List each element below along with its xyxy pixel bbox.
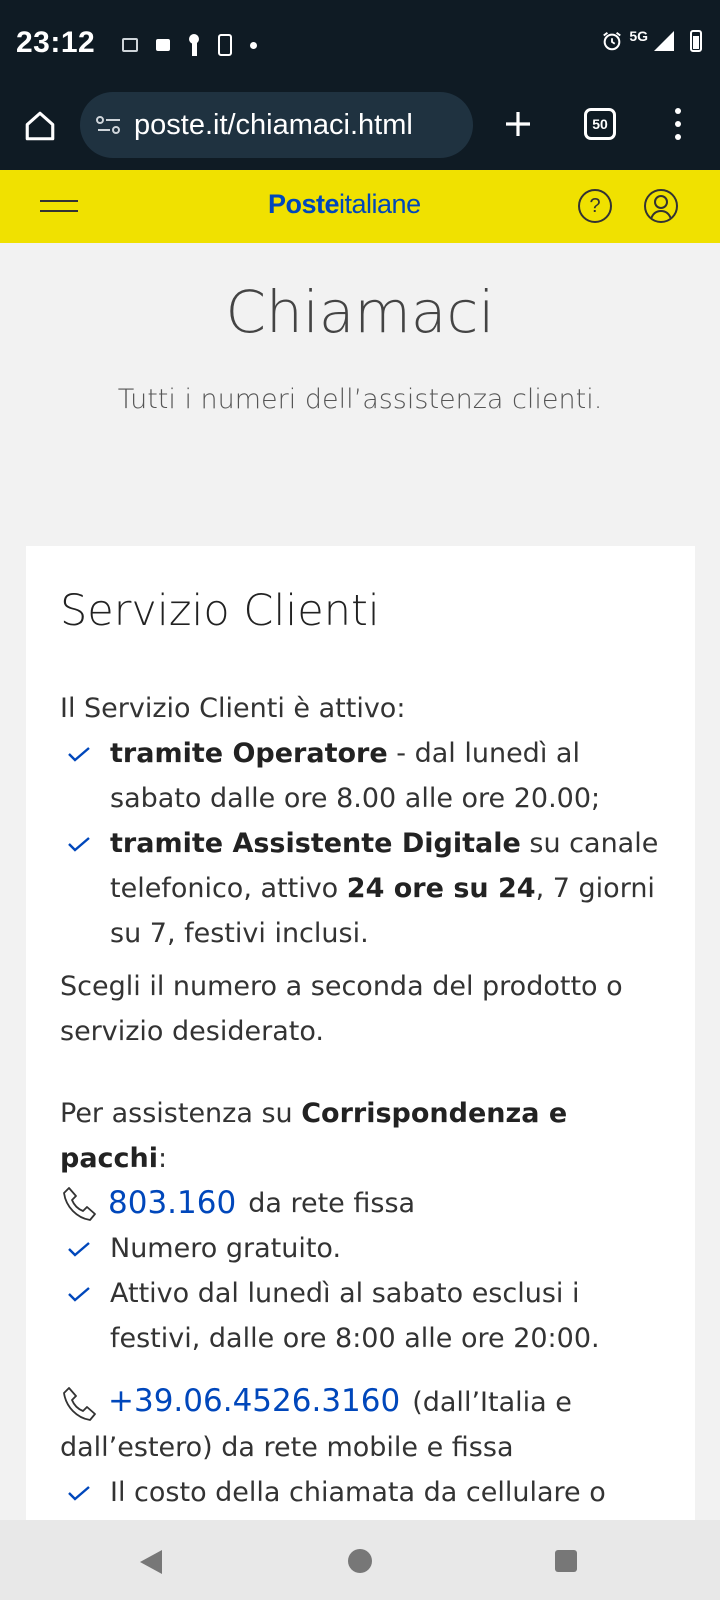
url-bar[interactable]: poste.it/chiamaci.html (80, 92, 473, 158)
home-icon (25, 111, 55, 141)
card-title: Servizio Clienti (60, 586, 380, 636)
check-icon (68, 1486, 90, 1501)
list-item: tramite Assistente Digitale su canale te… (60, 821, 661, 956)
detail-text: Il costo della chiamata da cellulare o (110, 1477, 606, 1508)
service-list: tramite Operatore - dal lunedì al sabato… (60, 731, 661, 956)
page-title: Chiamaci (225, 278, 495, 346)
signal-icon (654, 31, 674, 51)
phone-number-link[interactable]: +39.06.4526.3160 (108, 1383, 400, 1419)
list-item: Numero gratuito. (60, 1226, 661, 1271)
phone-icon (63, 1386, 96, 1421)
user-icon (650, 195, 672, 220)
back-icon[interactable] (140, 1550, 162, 1574)
key-icon (188, 34, 200, 56)
recents-icon[interactable] (555, 1550, 577, 1572)
help-icon[interactable]: ? (578, 189, 612, 223)
phone1-details: Numero gratuito. Attivo dal lunedì al sa… (60, 1226, 661, 1361)
browser-toolbar: poste.it/chiamaci.html 50 (0, 88, 720, 170)
service-item-bold: tramite Operatore (110, 738, 388, 769)
status-bar: 23:12 5G (0, 0, 720, 88)
intro-text: Il Servizio Clienti è attivo: (60, 693, 406, 724)
menu-dot-icon (675, 108, 681, 114)
check-icon (68, 837, 90, 852)
battery-icon (690, 30, 702, 52)
phone2-details: Il costo della chiamata da cellulare o (60, 1470, 661, 1515)
section-prefix: Per assistenza su (60, 1098, 302, 1129)
phone-note: da rete fissa (248, 1188, 416, 1219)
home-circle-icon[interactable] (348, 1549, 372, 1573)
system-icons: 5G (601, 28, 702, 52)
poste-italiane-logo[interactable]: Posteitaliane (268, 189, 421, 220)
network-type-label: 5G (629, 28, 648, 44)
page-subtitle: Tutti i numeri dell’assistenza clienti. (117, 384, 603, 415)
logo-regular-text: italiane (339, 189, 421, 219)
menu-dot-icon (675, 134, 681, 140)
service-item-bold: 24 ore su 24 (346, 873, 536, 904)
system-nav-bar (0, 1520, 720, 1600)
hamburger-menu-icon[interactable] (40, 200, 78, 212)
service-item-bold: tramite Assistente Digitale (110, 828, 521, 859)
tag-icon (156, 39, 170, 51)
section-suffix: : (158, 1143, 168, 1174)
check-icon (68, 747, 90, 762)
notification-icons (122, 34, 257, 56)
vpn-icon (122, 38, 138, 52)
list-item: Attivo dal lunedì al sabato esclusi i fe… (60, 1271, 661, 1361)
section-heading: Per assistenza su Corrispondenza e pacch… (60, 1091, 661, 1181)
menu-dot-icon (675, 121, 681, 127)
detail-text: Attivo dal lunedì al sabato esclusi i fe… (110, 1278, 600, 1354)
dot-icon (250, 41, 257, 49)
account-icon[interactable] (644, 189, 678, 223)
new-tab-button[interactable] (498, 104, 538, 144)
detail-text: Numero gratuito. (110, 1233, 342, 1264)
list-item: tramite Operatore - dal lunedì al sabato… (60, 731, 661, 821)
url-text[interactable]: poste.it/chiamaci.html (134, 109, 413, 142)
choose-text: Scegli il numero a seconda del prodotto … (60, 971, 623, 1047)
list-item: Il costo della chiamata da cellulare o (60, 1470, 661, 1515)
tab-switcher-button[interactable]: 50 (584, 108, 616, 140)
browser-menu-button[interactable] (668, 104, 688, 144)
phone-line-fixed: 803.160 da rete fissa (60, 1181, 661, 1226)
status-time: 23:12 (16, 26, 96, 59)
check-icon (68, 1242, 90, 1257)
phone-number-link[interactable]: 803.160 (108, 1181, 236, 1226)
check-icon (68, 1287, 90, 1302)
logo-bold-text: Poste (268, 189, 340, 219)
phone-line-mobile: +39.06.4526.3160 (dall’Italia e dall’este… (60, 1379, 661, 1470)
phone-check-icon (218, 34, 232, 56)
servizio-clienti-card: Servizio Clienti Il Servizio Clienti è a… (26, 546, 695, 1600)
site-settings-icon[interactable] (94, 113, 124, 137)
home-button[interactable] (18, 104, 62, 148)
phone-icon (63, 1186, 96, 1221)
site-header: Posteitaliane ? (0, 170, 720, 243)
alarm-icon (603, 31, 622, 51)
